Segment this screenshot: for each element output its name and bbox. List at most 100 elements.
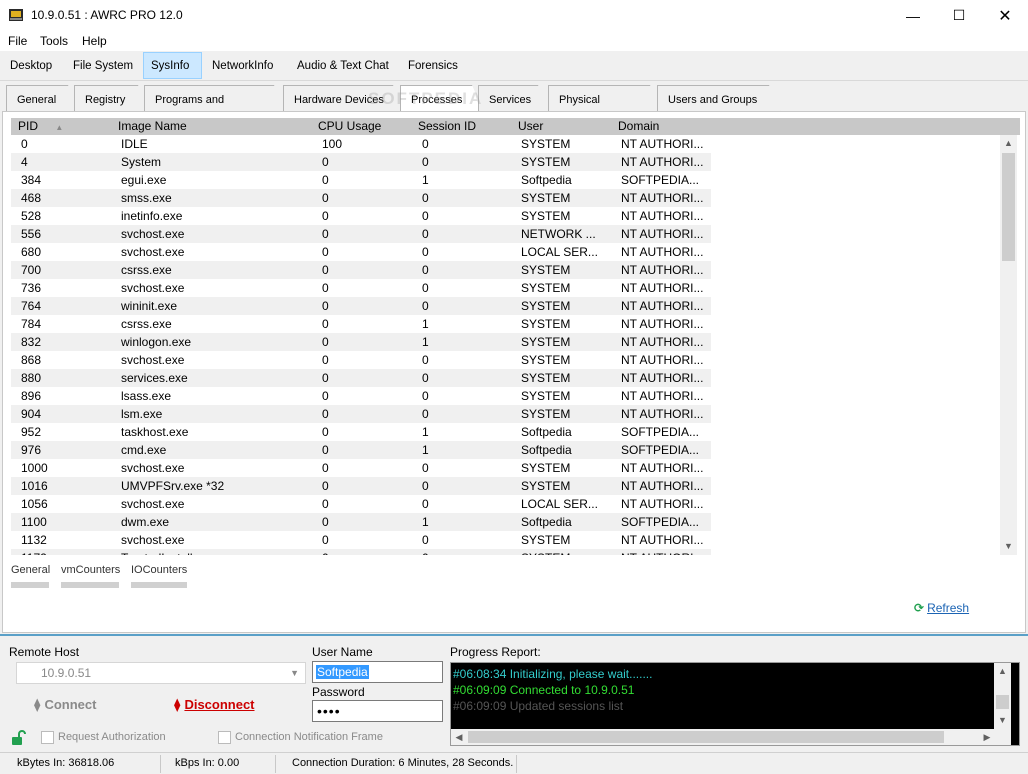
table-row[interactable]: 556 svchost.exe 0 0 NETWORK ... NT AUTHORI... [11, 225, 711, 243]
scroll-right-icon[interactable]: ▶ [979, 729, 995, 745]
detail-tab-general[interactable]: General [11, 564, 50, 576]
tab-networkinfo[interactable]: NetworkInfo [204, 52, 281, 79]
col-user[interactable]: User [518, 119, 543, 133]
table-row[interactable]: 468 smss.exe 0 0 SYSTEM NT AUTHORI... [11, 189, 711, 207]
log-hscroll-thumb[interactable] [468, 731, 944, 743]
table-row[interactable]: 868 svchost.exe 0 0 SYSTEM NT AUTHORI... [11, 351, 711, 369]
col-pid[interactable]: PID ▲ [18, 119, 63, 133]
process-grid[interactable]: 0 IDLE 100 0 SYSTEM NT AUTHORI... 4 System 0 0 SYS… [11, 135, 711, 555]
user-cell: SYSTEM [521, 551, 616, 555]
remote-host-select[interactable]: 10.9.0.51 ▼ [16, 662, 306, 684]
table-row[interactable]: 784 csrss.exe 0 1 SYSTEM NT AUTHORI... [11, 315, 711, 333]
image-name-cell: svchost.exe [121, 461, 185, 475]
table-row[interactable]: 0 IDLE 100 0 SYSTEM NT AUTHORI... [11, 135, 711, 153]
table-row[interactable]: 680 svchost.exe 0 0 LOCAL SER... NT AUTHORI..… [11, 243, 711, 261]
pid-cell: 468 [21, 191, 42, 205]
subtab-users-groups[interactable]: Users and Groups [657, 85, 781, 113]
scroll-down-icon[interactable]: ▼ [994, 712, 1011, 729]
session-id-cell: 1 [422, 173, 429, 187]
log-hscrollbar[interactable]: ◀ ▶ [451, 729, 1011, 745]
progress-report-log[interactable]: #06:08:34 Initializing, please wait.....… [450, 662, 1020, 746]
notification-frame-label: Connection Notification Frame [235, 731, 383, 743]
password-field[interactable]: •••• [312, 700, 443, 722]
log-scroll-thumb[interactable] [996, 695, 1009, 709]
table-row[interactable]: 896 lsass.exe 0 0 SYSTEM NT AUTHORI... [11, 387, 711, 405]
cpu-usage-cell: 0 [322, 515, 329, 529]
kbytes-in-status: kBytes In: 36818.06 [17, 757, 115, 769]
log-vscrollbar[interactable]: ▲ ▼ [994, 663, 1011, 729]
subtab-services[interactable]: Services [478, 85, 550, 113]
table-row[interactable]: 1000 svchost.exe 0 0 SYSTEM NT AUTHORI... [11, 459, 711, 477]
refresh-icon: ⟳ [914, 601, 925, 615]
table-row[interactable]: 880 services.exe 0 0 SYSTEM NT AUTHORI... [11, 369, 711, 387]
user-cell: SYSTEM [521, 263, 571, 277]
subtab-registry[interactable]: Registry [74, 85, 150, 113]
table-row[interactable]: 904 lsm.exe 0 0 SYSTEM NT AUTHORI... [11, 405, 711, 423]
scroll-down-icon[interactable]: ▼ [1000, 538, 1017, 555]
table-row[interactable]: 736 svchost.exe 0 0 SYSTEM NT AUTHORI... [11, 279, 711, 297]
session-id-cell: 0 [422, 209, 429, 223]
table-row[interactable]: 952 taskhost.exe 0 1 Softpedia SOFTPEDIA... [11, 423, 711, 441]
notification-frame-checkbox[interactable] [218, 731, 231, 744]
image-name-cell: inetinfo.exe [121, 209, 183, 223]
cpu-usage-cell: 0 [322, 497, 329, 511]
subtab-programs-updates[interactable]: Programs and Updates [144, 85, 286, 113]
table-row[interactable]: 832 winlogon.exe 0 1 SYSTEM NT AUTHORI... [11, 333, 711, 351]
subtab-general[interactable]: General [6, 85, 80, 113]
table-row[interactable]: 1172 TrustedInstaller.exe 0 0 SYSTEM NT AUTHO… [11, 549, 711, 555]
tab-file-system[interactable]: File System [65, 52, 141, 79]
maximize-button[interactable]: ☐ [936, 0, 982, 31]
pid-cell: 1056 [21, 497, 48, 511]
detail-tab-vmcounters[interactable]: vmCounters [61, 564, 120, 576]
menu-tools[interactable]: Tools [40, 34, 68, 48]
user-cell: Softpedia [521, 515, 572, 529]
tab-sysinfo[interactable]: SysInfo [143, 52, 202, 79]
user-cell: Softpedia [521, 173, 572, 187]
pid-cell: 1172 [21, 551, 116, 555]
scroll-left-icon[interactable]: ◀ [451, 729, 467, 745]
minimize-button[interactable]: — [890, 0, 936, 31]
scroll-up-icon[interactable]: ▲ [1000, 135, 1017, 152]
close-button[interactable]: ✕ [982, 0, 1028, 31]
tab-desktop[interactable]: Desktop [2, 52, 60, 79]
request-authorization-checkbox[interactable] [41, 731, 54, 744]
unlock-icon [10, 730, 26, 746]
domain-cell: SOFTPEDIA... [621, 443, 700, 457]
tab-forensics[interactable]: Forensics [400, 52, 466, 79]
menu-file[interactable]: File [8, 34, 27, 48]
col-domain[interactable]: Domain [618, 119, 659, 133]
scroll-up-icon[interactable]: ▲ [994, 663, 1011, 680]
table-row[interactable]: 4 System 0 0 SYSTEM NT AUTHORI... [11, 153, 711, 171]
subtab-physical-memory[interactable]: Physical Memory [548, 85, 662, 113]
table-row[interactable]: 528 inetinfo.exe 0 0 SYSTEM NT AUTHORI... [11, 207, 711, 225]
table-row[interactable]: 1056 svchost.exe 0 0 LOCAL SER... NT AUTHORI.… [11, 495, 711, 513]
col-image-name[interactable]: Image Name [118, 119, 187, 133]
connect-button[interactable]: ⧫ Connect [34, 697, 96, 713]
cpu-usage-cell: 0 [322, 407, 329, 421]
table-row[interactable]: 976 cmd.exe 0 1 Softpedia SOFTPEDIA... [11, 441, 711, 459]
table-row[interactable]: 1132 svchost.exe 0 0 SYSTEM NT AUTHORI... [11, 531, 711, 549]
col-session-id[interactable]: Session ID [418, 119, 476, 133]
pid-cell: 1132 [21, 533, 47, 547]
user-cell: SYSTEM [521, 299, 571, 313]
username-field[interactable]: Softpedia [312, 661, 443, 683]
cpu-usage-cell: 0 [322, 461, 329, 475]
table-row[interactable]: 700 csrss.exe 0 0 SYSTEM NT AUTHORI... [11, 261, 711, 279]
pid-cell: 700 [21, 263, 42, 277]
scroll-thumb[interactable] [1002, 153, 1015, 261]
col-cpu-usage[interactable]: CPU Usage [318, 119, 381, 133]
detail-tab-iocounters[interactable]: IOCounters [131, 564, 187, 576]
table-row[interactable]: 764 wininit.exe 0 0 SYSTEM NT AUTHORI... [11, 297, 711, 315]
grid-scrollbar[interactable]: ▲ ▼ [1000, 135, 1017, 555]
table-row[interactable]: 1016 UMVPFSrv.exe *32 0 0 SYSTEM NT AUTHORI..… [11, 477, 711, 495]
domain-cell: NT AUTHORI... [621, 245, 704, 259]
session-id-cell: 0 [422, 263, 429, 277]
tab-audio-text-chat[interactable]: Audio & Text Chat [289, 52, 397, 79]
user-cell: SYSTEM [521, 137, 571, 151]
menu-help[interactable]: Help [82, 34, 107, 48]
table-row[interactable]: 1100 dwm.exe 0 1 Softpedia SOFTPEDIA... [11, 513, 711, 531]
progress-report-label: Progress Report: [450, 645, 541, 659]
table-row[interactable]: 384 egui.exe 0 1 Softpedia SOFTPEDIA... [11, 171, 711, 189]
refresh-button[interactable]: ⟳ Refresh [914, 601, 969, 615]
disconnect-button[interactable]: ⧫ Disconnect [174, 697, 255, 713]
